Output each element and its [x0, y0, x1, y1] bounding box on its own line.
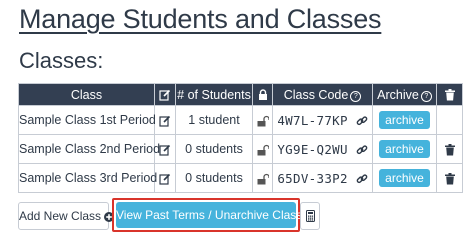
class-code-cell: YG9E-Q2WU: [272, 134, 373, 164]
class-name: Sample Class 2nd Period: [18, 134, 160, 164]
table-row: Sample Class 3rd Period 0 students 65DV-33…: [18, 163, 463, 193]
link-icon[interactable]: [356, 142, 368, 157]
column-header-class-code-label: Class Code: [283, 87, 349, 102]
column-header-students: # of Students: [175, 83, 253, 106]
archive-button[interactable]: archive: [379, 169, 430, 187]
lock-cell: [252, 163, 273, 193]
archive-button[interactable]: archive: [379, 111, 430, 129]
archive-cell: archive: [372, 105, 437, 135]
edit-class-cell: [154, 163, 176, 193]
help-icon[interactable]: ?: [420, 90, 432, 102]
column-header-archive: Archive?: [372, 83, 437, 106]
link-icon[interactable]: [356, 113, 368, 128]
class-rows: Sample Class 1st Period 1 student 4W7L-77K…: [18, 105, 463, 193]
unlock-icon[interactable]: [257, 142, 270, 156]
table-header-row: Class # of Students Class Code? Archive?: [18, 83, 463, 106]
trash-icon[interactable]: [444, 142, 455, 156]
edit-icon[interactable]: [159, 171, 171, 185]
unlock-icon[interactable]: [257, 171, 270, 185]
class-name: Sample Class 1st Period: [18, 105, 156, 135]
class-code: YG9E-Q2WU: [277, 141, 348, 157]
archive-cell: archive: [372, 163, 437, 193]
column-header-archive-label: Archive: [377, 87, 419, 102]
archive-button[interactable]: archive: [379, 140, 430, 158]
column-header-class-code: Class Code?: [272, 83, 373, 106]
class-code: 4W7L-77KP: [277, 112, 348, 128]
classes-table: Class # of Students Class Code? Archive?: [18, 83, 463, 193]
trash-icon[interactable]: [444, 171, 455, 185]
delete-cell: [436, 105, 463, 135]
table-row: Sample Class 1st Period 1 student 4W7L-77K…: [18, 105, 463, 135]
lock-icon: [258, 89, 267, 101]
student-count: 1 student: [175, 105, 253, 135]
page-title: Manage Students and Classes: [19, 4, 382, 34]
delete-cell: [436, 163, 463, 193]
class-code: 65DV-33P2: [277, 170, 348, 186]
edit-class-cell: [154, 105, 176, 135]
class-code-cell: 4W7L-77KP: [272, 105, 373, 135]
archive-cell: archive: [372, 134, 437, 164]
view-past-terms-button[interactable]: View Past Terms / Unarchive Classes: [116, 202, 315, 228]
column-header-lock: [252, 83, 273, 106]
table-row: Sample Class 2nd Period 0 students YG9E-Q2…: [18, 134, 463, 164]
add-new-class-label: Add New Class: [19, 209, 102, 223]
delete-cell: [436, 134, 463, 164]
edit-icon[interactable]: [159, 142, 171, 156]
edit-icon[interactable]: [159, 113, 171, 127]
student-count: 0 students: [175, 134, 253, 164]
class-code-cell: 65DV-33P2: [272, 163, 373, 193]
lock-cell: [252, 134, 273, 164]
classes-heading: Classes:: [19, 48, 104, 73]
calculator-icon: [305, 210, 315, 222]
calculator-button[interactable]: [300, 202, 320, 230]
link-icon[interactable]: [356, 171, 368, 186]
column-header-edit: [154, 83, 176, 106]
column-header-class: Class: [18, 83, 155, 106]
add-new-class-button[interactable]: Add New Class: [18, 202, 115, 230]
edit-icon: [159, 90, 171, 101]
column-header-delete: [436, 83, 463, 106]
trash-icon: [444, 89, 455, 101]
unlock-icon[interactable]: [257, 113, 270, 127]
help-icon[interactable]: ?: [350, 90, 362, 102]
class-name: Sample Class 3rd Period: [18, 163, 157, 193]
lock-cell: [252, 105, 273, 135]
student-count: 0 students: [175, 163, 253, 193]
